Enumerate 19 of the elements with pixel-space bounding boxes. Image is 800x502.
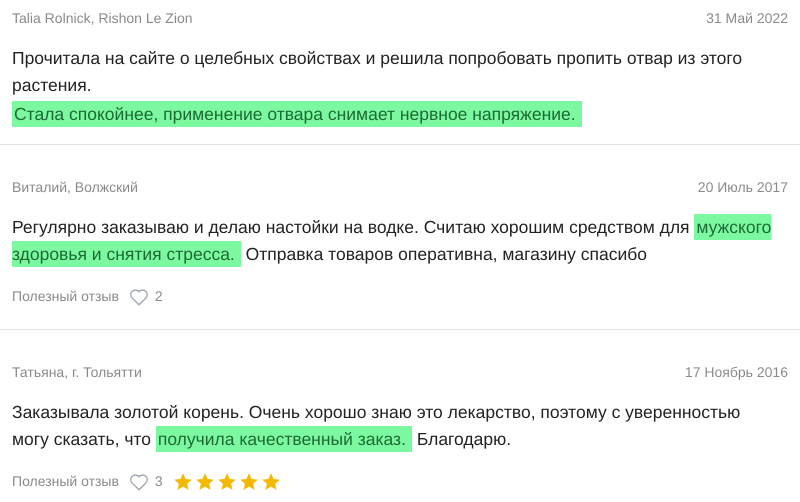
helpful-label: Полезный отзыв (12, 287, 119, 306)
review-text: Прочитала на сайте о целебных свойствах и решила попробовать пропить отвар из этого растения. (12, 47, 744, 97)
star-icon (194, 472, 215, 492)
review-author: Виталий, Волжский (12, 178, 138, 197)
heart-icon[interactable] (128, 288, 149, 306)
star-icon (260, 472, 281, 492)
star-icon (172, 472, 193, 492)
star-icon (238, 472, 259, 492)
helpful-label: Полезный отзыв (12, 472, 119, 491)
review-author: Talia Rolnick, Rishon Le Zion (12, 9, 193, 28)
review-date: 20 Июль 2017 (698, 178, 788, 197)
heart-icon[interactable] (128, 472, 149, 490)
review-author: Татьяна, г. Тольятти (12, 363, 142, 382)
like-count: 3 (154, 472, 163, 491)
like-count: 2 (154, 287, 163, 306)
review-text: Заказывала золотой корень. Очень хорошо знаю это лекарство, поэтому с уверенностью могу сказать, что получила качественный заказ. Благодарю. (12, 399, 778, 453)
star-icon (216, 472, 237, 492)
review-date: 31 Май 2022 (706, 9, 788, 28)
review-date: 17 Ноябрь 2016 (684, 363, 788, 382)
